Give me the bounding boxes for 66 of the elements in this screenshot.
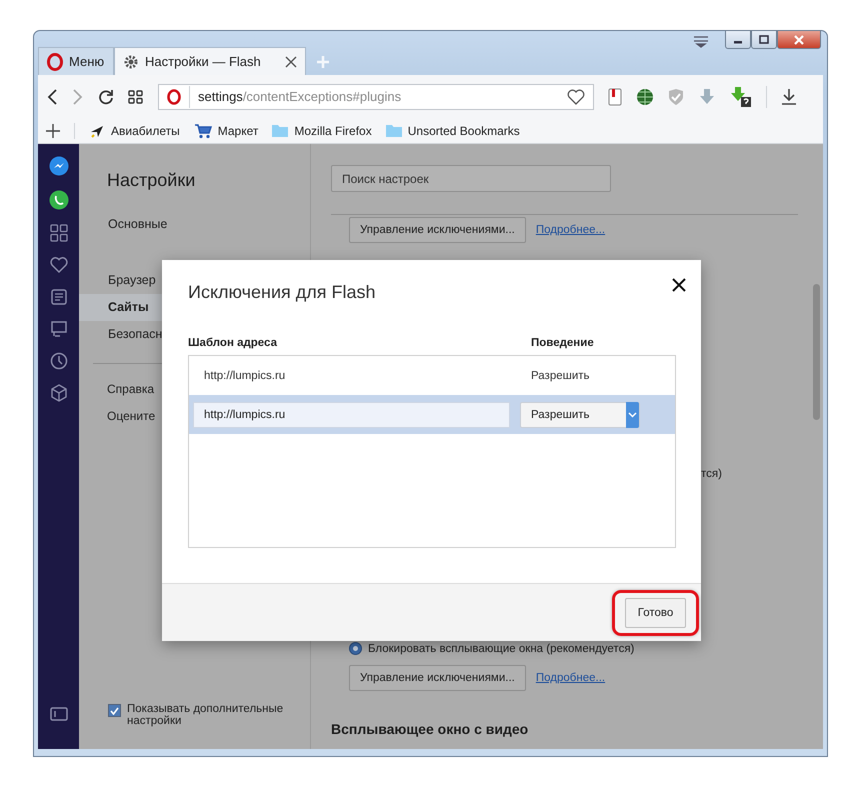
add-icon[interactable] (46, 124, 60, 138)
bookmark-page-icon[interactable] (608, 88, 622, 106)
list-row[interactable]: http://lumpics.ru Разрешить (189, 395, 675, 434)
close-icon (793, 34, 805, 44)
globe-icon[interactable] (636, 88, 654, 106)
browser-tab[interactable]: Настройки — Flash (114, 47, 306, 75)
manage-exceptions-button[interactable]: Управление исключениями... (349, 217, 526, 243)
manage-exceptions-button[interactable]: Управление исключениями... (349, 665, 526, 691)
radio-button[interactable] (349, 642, 362, 655)
scrollbar-thumb[interactable] (813, 284, 820, 420)
bookmark-item[interactable]: Mozilla Firefox (272, 124, 372, 138)
checkbox-label: Показывать дополнительные настройки (127, 703, 284, 727)
grid-icon[interactable] (128, 90, 144, 104)
panel-icon[interactable] (50, 707, 68, 721)
bookmark-item[interactable]: Unsorted Bookmarks (386, 124, 520, 138)
behavior-text: Разрешить (531, 370, 590, 382)
search-field[interactable]: Поиск настроек (331, 165, 611, 192)
url-text: settings/contentExceptions#plugins (198, 89, 402, 104)
nav-item[interactable]: Основные (79, 211, 310, 238)
maximize-button[interactable] (751, 30, 777, 49)
opera-logo-icon (47, 52, 63, 70)
chat-bubble-icon[interactable] (48, 190, 68, 210)
stash-icon[interactable] (693, 36, 709, 48)
settings-title: Настройки (107, 170, 196, 191)
more-link[interactable]: Подробнее... (536, 224, 606, 236)
address-field[interactable]: settings/contentExceptions#plugins (158, 84, 594, 110)
dialog-title: Исключения для Flash (188, 282, 376, 304)
download-help-icon[interactable] (730, 86, 752, 108)
section-heading: Всплывающее окно с видео (331, 721, 530, 737)
download-icon[interactable] (781, 88, 797, 106)
column-header: Поведение (531, 337, 594, 349)
clock-icon[interactable] (50, 352, 68, 370)
cube-icon[interactable] (50, 384, 68, 402)
monitor-icon[interactable] (50, 320, 68, 338)
chevron-icon (628, 412, 637, 418)
heart-icon[interactable] (50, 256, 68, 274)
checkbox[interactable] (108, 704, 121, 717)
list-row[interactable]: http://lumpics.ru Разрешить (189, 356, 675, 395)
messenger-icon[interactable] (48, 156, 68, 176)
option-label: Блокировать всплывающие окна (рекомендуется) (368, 642, 634, 654)
done-button[interactable]: Готово (625, 598, 686, 628)
folder-icon (272, 124, 288, 137)
column-header: Шаблон адреса (188, 337, 278, 349)
close-icon[interactable] (285, 56, 297, 68)
back-icon[interactable] (46, 88, 58, 106)
close-icon (671, 277, 687, 293)
heart-icon[interactable] (567, 88, 585, 104)
gear-icon (123, 54, 139, 70)
behavior-select[interactable]: Разрешить (520, 402, 640, 428)
maximize-icon (759, 35, 769, 44)
bookmark-item[interactable]: Маркет (194, 122, 258, 138)
pattern-text: http://lumpics.ru (204, 370, 286, 382)
check-icon (110, 706, 119, 714)
close-window-button[interactable] (777, 30, 821, 49)
minimize-button[interactable] (725, 30, 751, 49)
more-link[interactable]: Подробнее... (536, 672, 606, 684)
bookmark-item[interactable]: Авиабилеты (89, 122, 180, 138)
news-icon[interactable] (50, 288, 68, 306)
cart-icon (194, 122, 212, 138)
reload-icon[interactable] (98, 88, 114, 104)
pattern-input[interactable]: http://lumpics.ru (193, 402, 510, 428)
option-label: тся) (701, 468, 722, 480)
folder-icon (386, 124, 402, 137)
browser-tab[interactable]: Меню (38, 47, 114, 75)
opera-logo-icon (167, 88, 181, 104)
grid-icon[interactable] (50, 224, 68, 242)
